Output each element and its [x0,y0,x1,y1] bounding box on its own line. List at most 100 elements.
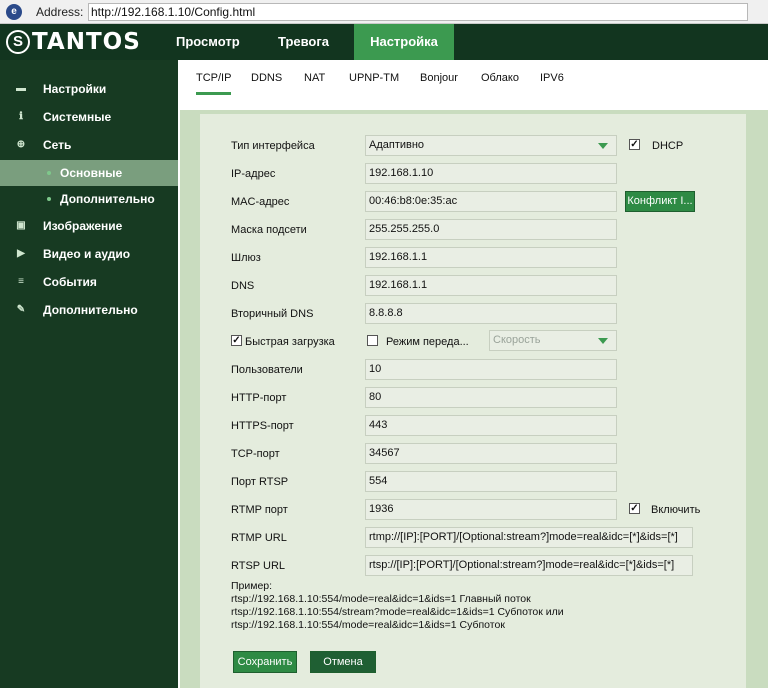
sidebar-item-events[interactable]: ≡ События [0,269,178,295]
http-port-label: HTTP-порт [231,392,287,404]
brand-logo: S TANTOS [6,28,141,56]
example-line: rtsp://192.168.1.10:554/mode=real&idc=1&… [231,619,505,631]
bullet-icon [47,197,51,201]
ip-label: IP-адрес [231,168,276,180]
main-content: TCP/IP DDNS NAT UPNP-TM Bonjour Облако I… [178,60,768,688]
rtsp-url-label: RTSP URL [231,560,286,572]
sidebar-item-settings[interactable]: ▬ Настройки [0,76,178,102]
rtsp-port-field[interactable]: 554 [365,471,617,492]
tab-alarm[interactable]: Тревога [266,24,341,60]
chevron-down-icon [598,143,608,149]
mac-label: MAC-адрес [231,196,290,208]
address-input[interactable] [88,3,748,21]
brand-name: TANTOS [32,29,141,55]
dns-field[interactable]: 192.168.1.1 [365,275,617,296]
gateway-label: Шлюз [231,252,261,264]
tcp-port-field[interactable]: 34567 [365,443,617,464]
rtmp-port-label: RTMP порт [231,504,288,516]
mask-label: Маска подсети [231,224,307,236]
rtmp-enable-label: Включить [651,504,701,516]
address-bar: e Address: [0,0,768,24]
sidebar-item-label: События [43,275,97,289]
sidebar-item-advanced[interactable]: ✎ Дополнительно [0,297,178,323]
dns-label: DNS [231,280,255,292]
address-label: Address: [36,5,84,19]
dns2-field[interactable]: 8.8.8.8 [365,303,617,324]
rtmp-enable-checkbox[interactable]: ✓ [629,503,640,514]
speed-value: Скорость [493,334,541,346]
sidebar-item-label: Видео и аудио [43,247,131,261]
subtab-bonjour[interactable]: Bonjour [420,72,458,84]
fast-load-label: Быстрая загрузка [245,336,335,348]
subtab-nat[interactable]: NAT [304,72,325,84]
https-port-label: HTTPS-порт [231,420,294,432]
subtab-bar: TCP/IP DDNS NAT UPNP-TM Bonjour Облако I… [178,60,768,100]
dhcp-label: DHCP [652,140,684,152]
cancel-button[interactable]: Отмена [310,651,376,673]
chevron-down-icon [598,338,608,344]
globe-icon: ⊕ [16,139,26,150]
dns2-label: Вторичный DNS [231,308,314,320]
ie-icon: e [6,4,22,20]
tools-icon: ✎ [16,304,26,315]
sidebar-item-label: Настройки [43,82,107,96]
subtab-tcpip[interactable]: TCP/IP [196,72,232,95]
example-line: rtsp://192.168.1.10:554/mode=real&idc=1&… [231,593,531,605]
rtsp-port-label: Порт RTSP [231,476,289,488]
video-icon: ▶ [17,248,25,259]
mac-field[interactable]: 00:46:b8:0e:35:ac [365,191,617,212]
example-line: rtsp://192.168.1.10:554/stream?mode=real… [231,606,564,618]
transfer-mode-checkbox[interactable] [367,335,378,346]
logo-mark-icon: S [6,30,30,54]
http-port-field[interactable]: 80 [365,387,617,408]
speed-select[interactable]: Скорость [489,330,617,351]
sidebar-item-label: Дополнительно [60,192,155,206]
interface-type-label: Тип интерфейса [231,140,315,152]
rtmp-url-label: RTMP URL [231,532,287,544]
ip-field[interactable]: 192.168.1.10 [365,163,617,184]
subtab-cloud[interactable]: Облако [481,72,519,84]
sidebar-item-video-audio[interactable]: ▶ Видео и аудио [0,241,178,267]
rtmp-url-field[interactable]: rtmp://[IP]:[PORT]/[Optional:stream?]mod… [365,527,693,548]
image-icon: ▣ [16,220,26,231]
sidebar: ▬ Настройки ℹ Системные ⊕ Сеть Основные … [0,60,178,688]
sidebar-item-label: Дополнительно [43,303,138,317]
tab-settings[interactable]: Настройка [354,24,454,60]
sidebar-item-label: Изображение [43,219,123,233]
sidebar-item-label: Системные [43,110,112,124]
https-port-field[interactable]: 443 [365,415,617,436]
sidebar-item-label: Сеть [43,138,72,152]
fast-load-checkbox[interactable]: ✓ [231,335,242,346]
interface-type-value: Адаптивно [369,139,425,151]
mask-field[interactable]: 255.255.255.0 [365,219,617,240]
save-button[interactable]: Сохранить [233,651,297,673]
sidebar-item-advanced-network[interactable]: Дополнительно [0,186,178,212]
rtmp-port-field[interactable]: 1936 [365,499,617,520]
sidebar-item-network[interactable]: ⊕ Сеть [0,132,178,158]
tab-view[interactable]: Просмотр [164,24,252,60]
users-label: Пользователи [231,364,303,376]
settings-panel: Тип интерфейса Адаптивно ✓ DHCP IP-адрес… [200,114,746,688]
subtab-ddns[interactable]: DDNS [251,72,282,84]
dhcp-checkbox[interactable]: ✓ [629,139,640,150]
sidebar-item-label: Основные [60,166,123,180]
ip-conflict-button[interactable]: Конфликт I... [625,191,695,212]
example-title: Пример: [231,580,273,592]
settings-panel-frame: Тип интерфейса Адаптивно ✓ DHCP IP-адрес… [180,110,768,688]
sidebar-item-image[interactable]: ▣ Изображение [0,213,178,239]
sidebar-item-system[interactable]: ℹ Системные [0,104,178,130]
rtsp-url-field[interactable]: rtsp://[IP]:[PORT]/[Optional:stream?]mod… [365,555,693,576]
sidebar-item-basic[interactable]: Основные [0,160,178,186]
tcp-port-label: TCP-порт [231,448,280,460]
transfer-mode-label: Режим переда... [386,336,469,348]
subtab-ipv6[interactable]: IPV6 [540,72,564,84]
event-icon: ≡ [18,276,24,287]
users-field[interactable]: 10 [365,359,617,380]
settings-icon: ▬ [16,83,26,94]
info-icon: ℹ [19,111,23,122]
interface-type-select[interactable]: Адаптивно [365,135,617,156]
subtab-upnp[interactable]: UPNP-TM [349,72,399,84]
gateway-field[interactable]: 192.168.1.1 [365,247,617,268]
bullet-icon [47,171,51,175]
top-header: S TANTOS Просмотр Тревога Настройка [0,24,768,60]
